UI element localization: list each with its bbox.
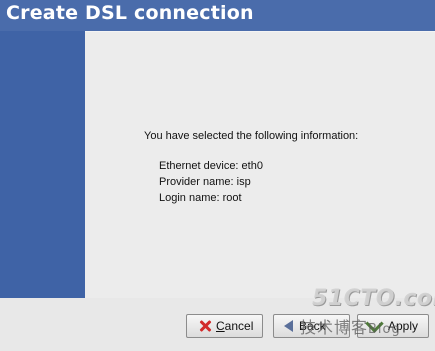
check-icon (365, 313, 384, 333)
wizard-sidebar (0, 31, 85, 298)
apply-button[interactable]: Apply (357, 313, 429, 338)
dsl-wizard-window: Create DSL connection You have selected … (0, 0, 435, 351)
cancel-button[interactable]: Cancel (186, 314, 263, 338)
summary-heading: You have selected the following informat… (144, 130, 359, 142)
login-name-line: Login name: root (159, 192, 242, 204)
title-bar: Create DSL connection (0, 0, 435, 31)
window-title: Create DSL connection (6, 2, 254, 24)
back-label: Back (299, 319, 326, 333)
arrow-left-icon (284, 320, 293, 332)
cancel-label: Cancel (216, 319, 254, 333)
close-icon (199, 320, 211, 332)
back-button[interactable]: Back (273, 314, 350, 338)
apply-label: Apply (388, 319, 419, 333)
button-bar: Cancel Back Apply (0, 298, 435, 351)
provider-name-line: Provider name: isp (159, 176, 251, 188)
wizard-content: You have selected the following informat… (85, 31, 435, 299)
ethernet-device-line: Ethernet device: eth0 (159, 160, 263, 172)
